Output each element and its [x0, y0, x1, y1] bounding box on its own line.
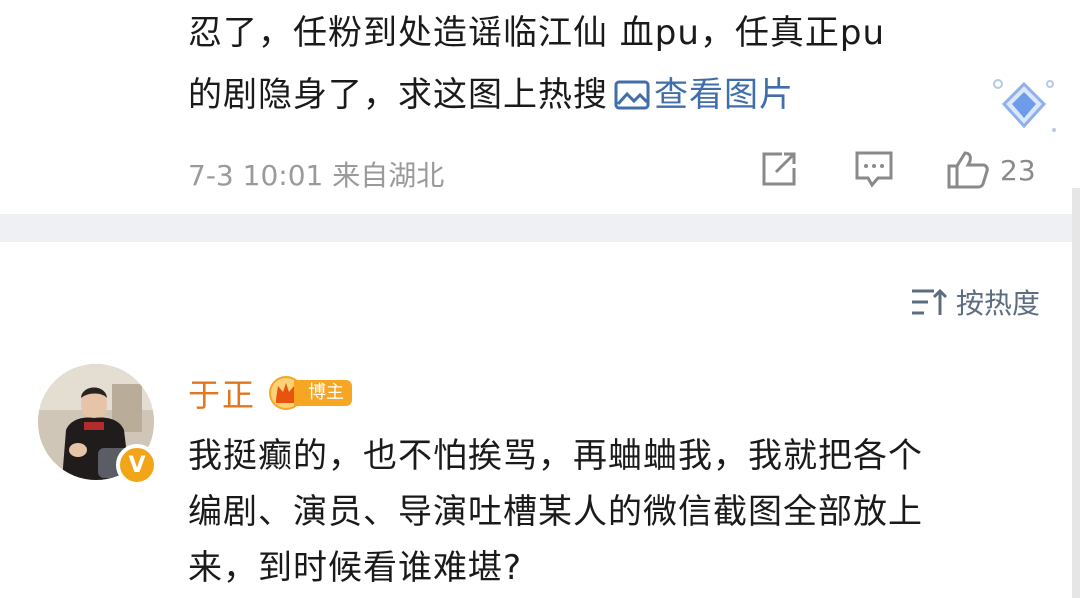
reply-button[interactable]: [854, 150, 894, 188]
verified-v-icon: V: [116, 444, 158, 486]
main-comment-text: 我挺癫的，也不怕挨骂，再蛐蛐我，我就把各个 编剧、演员、导演吐槽某人的微信截图全…: [188, 428, 1038, 596]
timestamp-location: 7-3 10:01 来自湖北: [188, 154, 444, 194]
diamond-sticker-icon: [993, 79, 1056, 132]
main-comment-line-1: 我挺癫的，也不怕挨骂，再蛐蛐我，我就把各个: [188, 436, 923, 476]
share-icon: [762, 152, 796, 186]
sort-label: 按热度: [955, 287, 1040, 320]
timestamp: 7-3 10:01: [188, 159, 324, 192]
previous-comment-line-2: 的剧隐身了，求这图上热搜 查看图片: [188, 64, 1008, 126]
previous-comment-line-1: 忍了，任粉到处造谣临江仙 血pu，任真正pu: [188, 13, 886, 53]
main-comment-line-2: 编剧、演员、导演吐槽某人的微信截图全部放上: [188, 492, 923, 532]
view-image-link[interactable]: 查看图片: [608, 75, 794, 115]
previous-comment-text: 忍了，任粉到处造谣临江仙 血pu，任真正pu 的剧隐身了，求这图上热搜 查看图片: [188, 2, 1008, 126]
badge-label: 博主: [294, 380, 353, 406]
section-divider: [0, 214, 1080, 242]
location: 来自湖北: [332, 159, 445, 192]
author-row: 于正 博主: [188, 370, 353, 416]
previous-comment: 忍了，任粉到处造谣临江仙 血pu，任真正pu 的剧隐身了，求这图上热搜 查看图片…: [0, 0, 1080, 214]
thumbs-up-icon: [947, 151, 989, 189]
previous-comment-meta: 7-3 10:01 来自湖北 23: [188, 150, 1048, 192]
scrollbar[interactable]: [1072, 188, 1080, 598]
comment-icon: [855, 151, 893, 188]
author-name[interactable]: 于正: [188, 370, 256, 416]
main-comment-line-3: 来，到时候看谁难堪?: [188, 548, 523, 588]
image-icon: [614, 80, 650, 110]
share-button[interactable]: [760, 150, 800, 188]
author-badge: 博主: [268, 375, 353, 411]
sort-icon: [911, 288, 948, 315]
like-button[interactable]: 23: [946, 150, 1036, 190]
previous-comment-line-2-text: 的剧隐身了，求这图上热搜: [188, 75, 608, 115]
sort-by-heat-button[interactable]: 按热度: [910, 282, 1040, 322]
view-image-label: 查看图片: [654, 75, 794, 115]
like-count: 23: [1000, 153, 1036, 187]
weibo-comment-page: 忍了，任粉到处造谣临江仙 血pu，任真正pu 的剧隐身了，求这图上热搜 查看图片…: [0, 0, 1080, 598]
